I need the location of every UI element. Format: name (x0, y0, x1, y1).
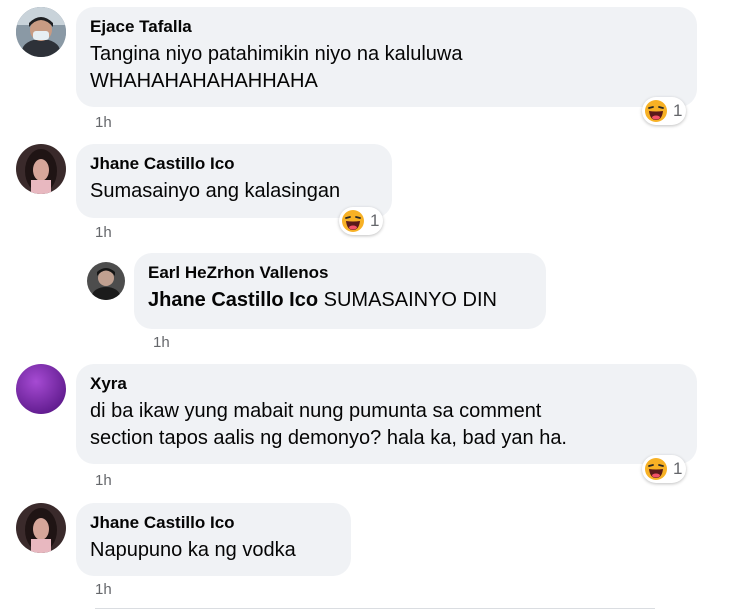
comment-author[interactable]: Xyra (90, 373, 683, 394)
profile-photo (16, 503, 66, 553)
reaction-count: 1 (370, 211, 380, 230)
comment-timestamp[interactable]: 1h (95, 472, 112, 489)
comment-text-line: Sumasainyo ang kalasingan (90, 180, 341, 202)
reply-bubble: Earl HeZrhon Vallenos Jhane Castillo Ico… (134, 253, 546, 329)
profile-photo (16, 7, 66, 57)
profile-photo (16, 364, 66, 414)
comment-timestamp[interactable]: 1h (153, 334, 170, 351)
haha-icon (342, 210, 364, 232)
avatar[interactable] (16, 144, 66, 194)
comment-bubble: Jhane Castillo Ico Napupuno ka ng vodka (76, 503, 351, 576)
avatar[interactable] (87, 262, 125, 300)
avatar[interactable] (16, 364, 66, 414)
comment-text-line: Tangina niyo patahimikin niyo na kaluluw… (90, 43, 463, 65)
comment-timestamp[interactable]: 1h (95, 581, 112, 598)
mention-link[interactable]: Jhane Castillo Ico (148, 289, 318, 311)
comment-timestamp[interactable]: 1h (95, 114, 112, 131)
comment-text-line: di ba ikaw yung mabait nung pumunta sa c… (90, 400, 542, 422)
comment-author[interactable]: Jhane Castillo Ico (90, 512, 337, 533)
profile-photo (87, 262, 125, 300)
comment-bubble: Xyra di ba ikaw yung mabait nung pumunta… (76, 364, 697, 464)
reaction-summary[interactable]: 1 (642, 97, 687, 125)
avatar[interactable] (16, 503, 66, 553)
comment-author[interactable]: Ejace Tafalla (90, 16, 683, 37)
comment-bubble: Ejace Tafalla Tangina niyo patahimikin n… (76, 7, 697, 107)
avatar[interactable] (16, 7, 66, 57)
reply-text: SUMASAINYO DIN (318, 289, 497, 311)
reaction-summary[interactable]: 1 (642, 455, 687, 483)
comment-text-line: Napupuno ka ng vodka (90, 539, 296, 561)
reaction-summary[interactable]: 1 (339, 207, 384, 235)
comment-author[interactable]: Jhane Castillo Ico (90, 153, 378, 174)
comment-text-line: Jhane Castillo Ico SUMASAINYO DIN (148, 287, 532, 314)
divider (95, 608, 655, 609)
comment-timestamp[interactable]: 1h (95, 224, 112, 241)
comment-author[interactable]: Earl HeZrhon Vallenos (148, 262, 532, 283)
haha-icon (645, 458, 667, 480)
comment-text-line: section tapos aalis ng demonyo? hala ka,… (90, 427, 567, 449)
comment-bubble: Jhane Castillo Ico Sumasainyo ang kalasi… (76, 144, 392, 218)
profile-photo (16, 144, 66, 194)
haha-icon (645, 100, 667, 122)
comment-text-line: WHAHAHAHAHAHHAHA (90, 70, 318, 92)
reaction-count: 1 (673, 101, 683, 120)
reaction-count: 1 (673, 459, 683, 478)
